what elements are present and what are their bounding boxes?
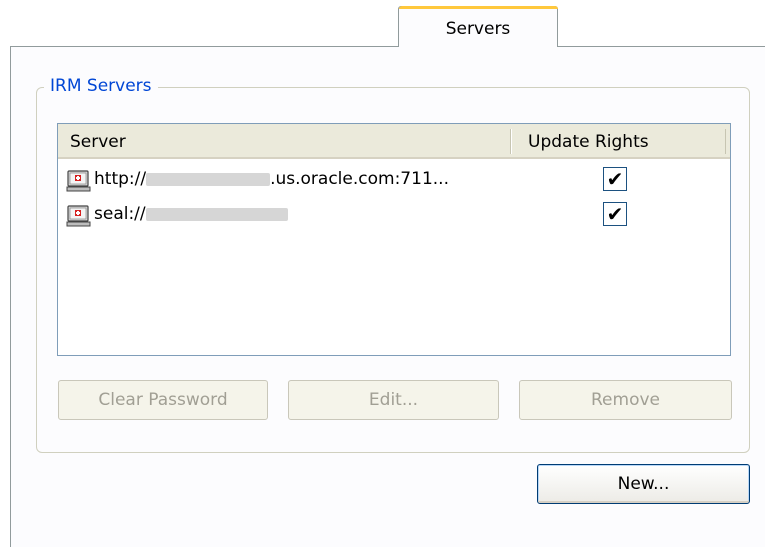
tab-servers-label: Servers [445, 19, 511, 39]
tab-highlight [399, 6, 558, 9]
server-icon [66, 205, 91, 227]
list-item[interactable]: seal:// ✔ [66, 202, 726, 230]
remove-button[interactable]: Remove [519, 380, 732, 420]
edit-button[interactable]: Edit... [288, 380, 499, 420]
update-rights-checkbox[interactable]: ✔ [603, 167, 627, 191]
column-header-update-rights[interactable]: Update Rights [528, 132, 649, 152]
server-url-suffix: .us.oracle.com:711... [270, 169, 449, 189]
list-header: Server Update Rights [58, 124, 730, 159]
update-rights-checkbox[interactable]: ✔ [603, 202, 627, 226]
tab-servers[interactable]: Servers [398, 6, 558, 47]
server-url-prefix: http:// [94, 169, 147, 189]
clear-password-button[interactable]: Clear Password [58, 380, 268, 420]
column-header-server[interactable]: Server [70, 132, 126, 152]
server-url: http:// .us.oracle.com:711... [94, 169, 449, 189]
server-url: seal:// [94, 204, 288, 224]
column-divider[interactable] [725, 129, 726, 154]
server-icon [66, 170, 91, 192]
redacted-host [146, 172, 271, 186]
redacted-host [145, 207, 288, 221]
servers-list[interactable]: Server Update Rights http:// .us.oracle.c… [57, 123, 731, 356]
new-button[interactable]: New... [537, 464, 750, 504]
list-item[interactable]: http:// .us.oracle.com:711... ✔ [66, 167, 726, 195]
irm-servers-legend: IRM Servers [44, 76, 158, 96]
server-url-prefix: seal:// [94, 204, 146, 224]
column-divider[interactable] [510, 129, 512, 154]
